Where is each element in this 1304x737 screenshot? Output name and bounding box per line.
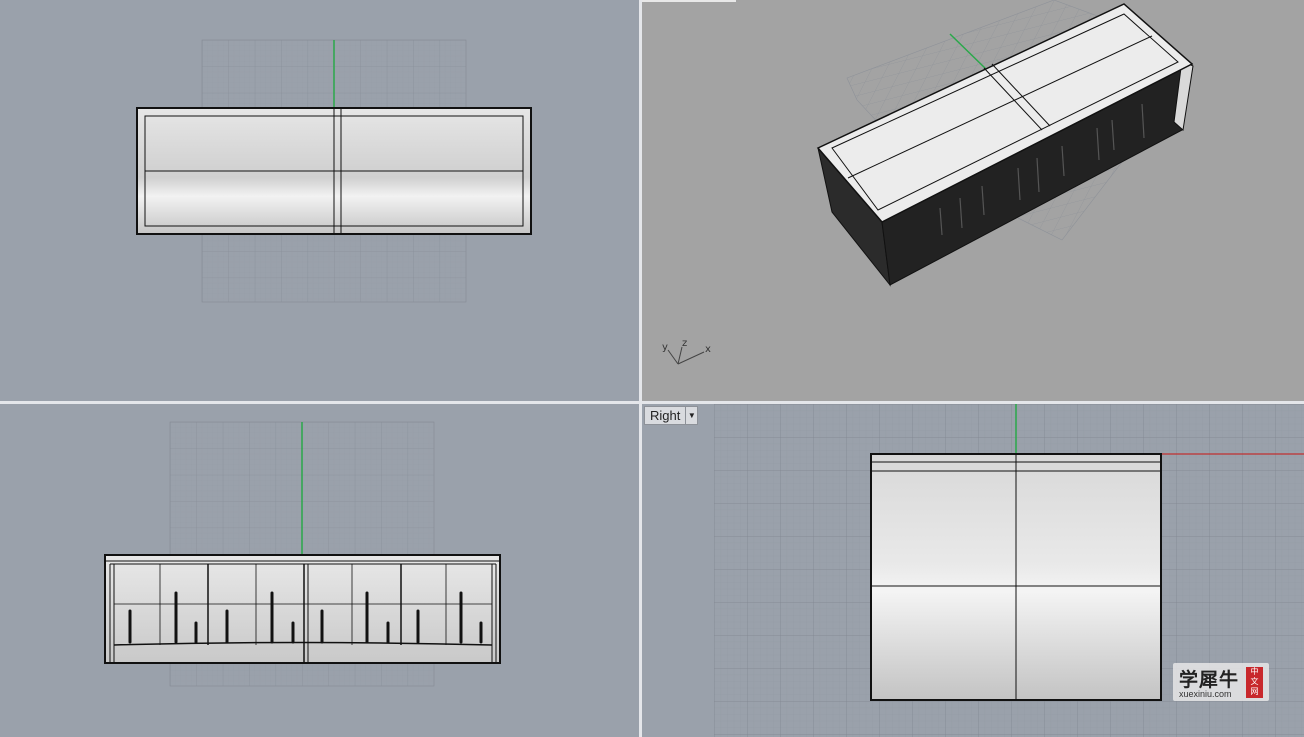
watermark-seal: 中 文 网: [1246, 667, 1263, 698]
viewport-tab-strip: [642, 0, 736, 2]
model-right-view: [870, 453, 1162, 701]
gizmo-x-label: x: [705, 344, 711, 355]
model-front-view: [104, 554, 501, 664]
watermark-logo: 学犀牛 xuexiniu.com 中 文 网: [1173, 663, 1269, 701]
front-viewport[interactable]: [0, 404, 639, 737]
viewport-name[interactable]: Right: [645, 407, 685, 424]
perspective-viewport[interactable]: y z x: [642, 0, 1304, 401]
perspective-viewport-canvas: y z x: [662, 0, 1194, 365]
model-top-view: [136, 107, 532, 235]
watermark-url: xuexiniu.com: [1179, 689, 1232, 699]
axis-gizmo: y z x: [662, 338, 711, 365]
viewport-divider-vertical[interactable]: [639, 0, 642, 737]
watermark-brand: 学犀牛: [1179, 669, 1240, 691]
seal-char: 网: [1250, 687, 1259, 696]
top-viewport[interactable]: [0, 0, 639, 401]
gizmo-y-label: y: [662, 342, 668, 353]
top-viewport-canvas: [136, 39, 532, 303]
viewport-label-right[interactable]: Right ▼: [644, 406, 699, 425]
seal-char: 文: [1250, 677, 1259, 686]
viewport-divider-horizontal[interactable]: [0, 401, 1304, 404]
gizmo-z-label: z: [682, 338, 687, 349]
front-viewport-canvas: [104, 421, 501, 687]
caret-down-icon[interactable]: ▼: [685, 407, 697, 424]
seal-char: 中: [1250, 667, 1259, 676]
